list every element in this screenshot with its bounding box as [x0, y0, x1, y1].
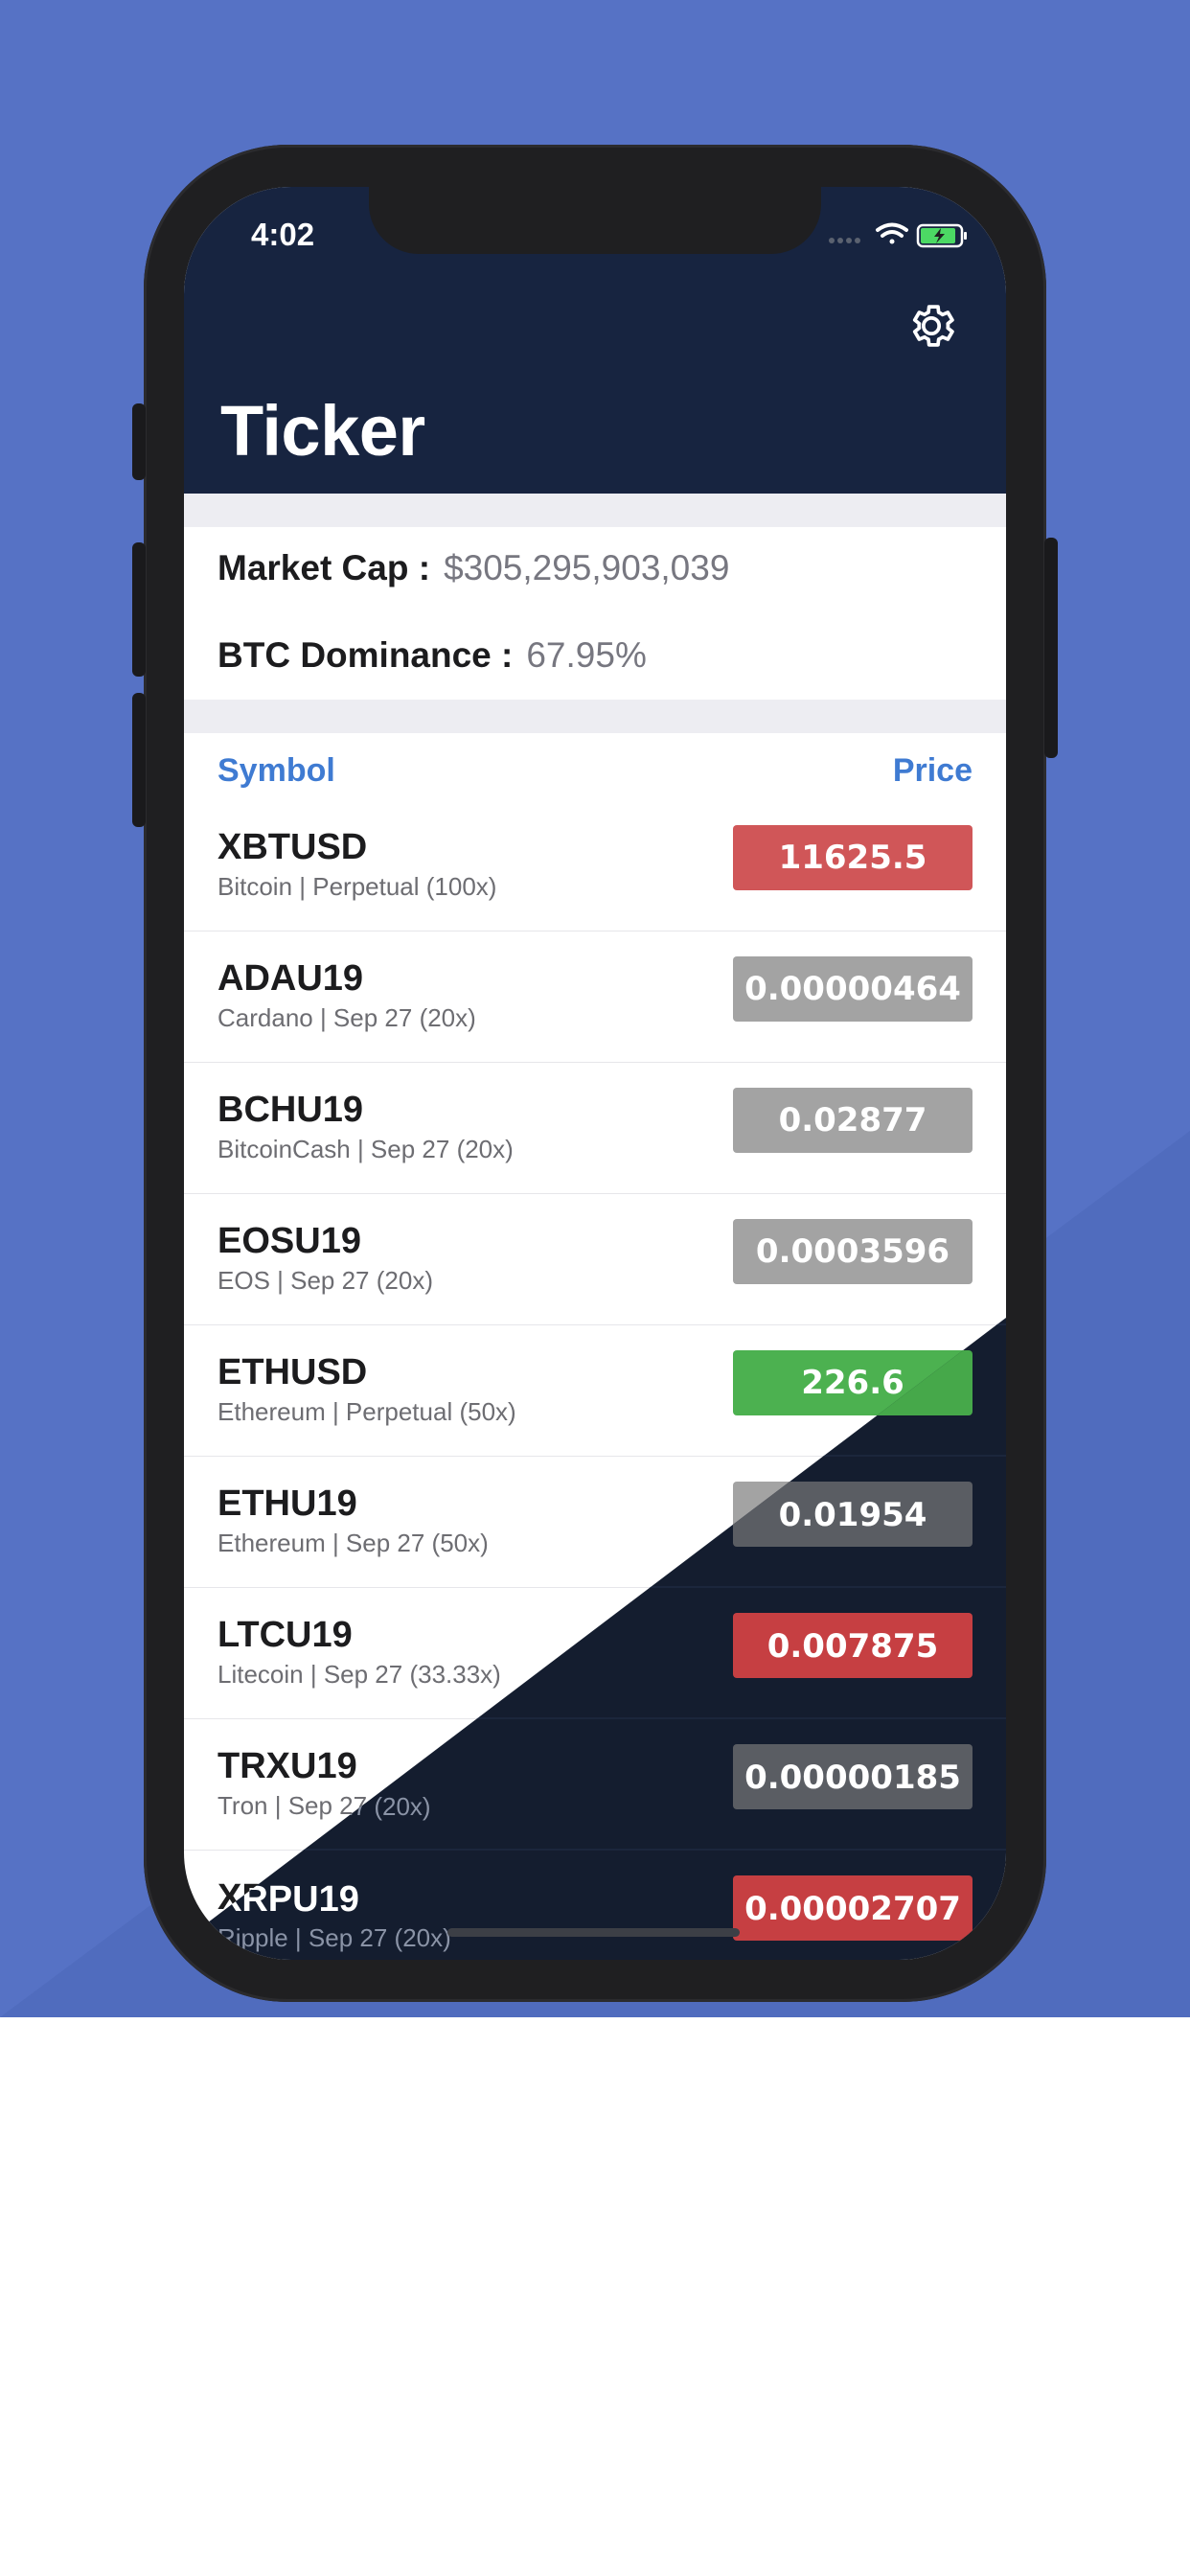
- price-badge[interactable]: 0.0003596: [733, 1219, 973, 1284]
- ticker-symbol: BCHU19: [217, 1090, 364, 1130]
- btc-dominance-value: 67.95%: [526, 635, 647, 675]
- ticker-subtitle: Ripple | Sep 27 (20x): [217, 1922, 451, 1951]
- market-summary: Market Cap : $305,295,903,039 BTC Dominan…: [184, 527, 1006, 700]
- btc-dominance-label: BTC Dominance :: [217, 635, 514, 675]
- phone-silent-switch: [132, 403, 146, 480]
- phone-power-button: [1044, 538, 1058, 758]
- market-cap-row: Market Cap : $305,295,903,039: [217, 548, 729, 588]
- ticker-symbol: ADAU19: [217, 958, 364, 999]
- phone-volume-down: [132, 693, 146, 827]
- ticker-row[interactable]: TRXU19 Tron | Sep 27 (20x) 0.00000185: [184, 1719, 1006, 1851]
- ticker-row[interactable]: ADAU19 Cardano | Sep 27 (20x) 0.00000464: [184, 932, 1006, 1063]
- price-badge[interactable]: 0.007875: [733, 1613, 973, 1678]
- ticker-symbol: ETHU19: [217, 1484, 357, 1524]
- ticker-subtitle: Cardano | Sep 27 (20x): [217, 1003, 476, 1032]
- signal-icon: [829, 238, 860, 243]
- status-icons: [829, 222, 967, 248]
- ticker-subtitle: Ethereum | Sep 27 (50x): [217, 1529, 489, 1557]
- ticker-symbol: XBTUSD: [217, 827, 368, 867]
- phone-frame: Ticker 4:02 Market Cap: $305,295,903,03…: [132, 145, 1058, 2002]
- ticker-list: XBTUSD Bitcoin | Perpetual (100x) 11625.5 A…: [184, 800, 1006, 1960]
- ticker-row[interactable]: XBTUSD Bitcoin | Perpetual (100x) 11625.5: [184, 800, 1006, 932]
- gear-icon[interactable]: [904, 299, 958, 353]
- ticker-row[interactable]: LTCU19 Litecoin | Sep 27 (33.33x) 0.007875: [184, 1588, 1006, 1719]
- app-screen: Ticker 4:02 Market Cap: $305,295,903,03…: [184, 187, 1006, 1960]
- phone-volume-up: [132, 542, 146, 677]
- ticker-subtitle: BitcoinCash | Sep 27 (20x): [217, 1135, 514, 1163]
- notch: [369, 187, 821, 254]
- section-separator: [184, 494, 1006, 527]
- ticker-symbol: XRPU19: [217, 1877, 359, 1918]
- price-badge[interactable]: 226.6: [733, 1350, 973, 1415]
- price-badge[interactable]: 11625.5: [733, 825, 973, 890]
- btc-dominance-row: BTC Dominance : 67.95%: [217, 635, 647, 676]
- price-badge[interactable]: 0.00000185: [733, 1744, 973, 1809]
- battery-icon: [916, 223, 967, 248]
- price-badge[interactable]: 0.00002707: [733, 1875, 973, 1941]
- ticker-symbol: TRXU19: [217, 1746, 357, 1786]
- page-title: Ticker: [220, 391, 425, 471]
- ticker-subtitle: Tron | Sep 27 (20x): [217, 1791, 431, 1820]
- ticker-row[interactable]: EOSU19 EOS | Sep 27 (20x) 0.0003596: [184, 1194, 1006, 1325]
- ticker-subtitle: EOS | Sep 27 (20x): [217, 1266, 433, 1295]
- column-header-symbol[interactable]: Symbol: [217, 752, 335, 790]
- market-cap-label: Market Cap :: [217, 548, 431, 587]
- ticker-row[interactable]: ETHU19 Ethereum | Sep 27 (50x) 0.01954: [184, 1457, 1006, 1588]
- price-badge[interactable]: 0.00000464: [733, 956, 973, 1022]
- section-separator: [184, 700, 1006, 733]
- ticker-row[interactable]: ETHUSD Ethereum | Perpetual (50x) 226.6: [184, 1325, 1006, 1457]
- ticker-subtitle: Litecoin | Sep 27 (33.33x): [217, 1660, 501, 1689]
- column-header-price[interactable]: Price: [893, 752, 973, 790]
- ticker-subtitle: Bitcoin | Perpetual (100x): [217, 872, 497, 901]
- ticker-row[interactable]: BCHU19 BitcoinCash | Sep 27 (20x) 0.02877: [184, 1063, 1006, 1194]
- ticker-symbol: ETHUSD: [217, 1352, 368, 1392]
- home-indicator: [447, 1928, 740, 1937]
- ticker-symbol: LTCU19: [217, 1615, 353, 1655]
- wifi-icon: [876, 222, 908, 244]
- market-cap-value: $305,295,903,039: [444, 548, 730, 587]
- status-time: 4:02: [251, 217, 315, 252]
- price-badge[interactable]: 0.01954: [733, 1482, 973, 1547]
- ticker-symbol: EOSU19: [217, 1221, 361, 1261]
- ticker-subtitle: Ethereum | Perpetual (50x): [217, 1397, 516, 1426]
- price-badge[interactable]: 0.02877: [733, 1088, 973, 1153]
- ticker-row[interactable]: XRPU19 Ripple | Sep 27 (20x) 0.00002707: [184, 1851, 1006, 1960]
